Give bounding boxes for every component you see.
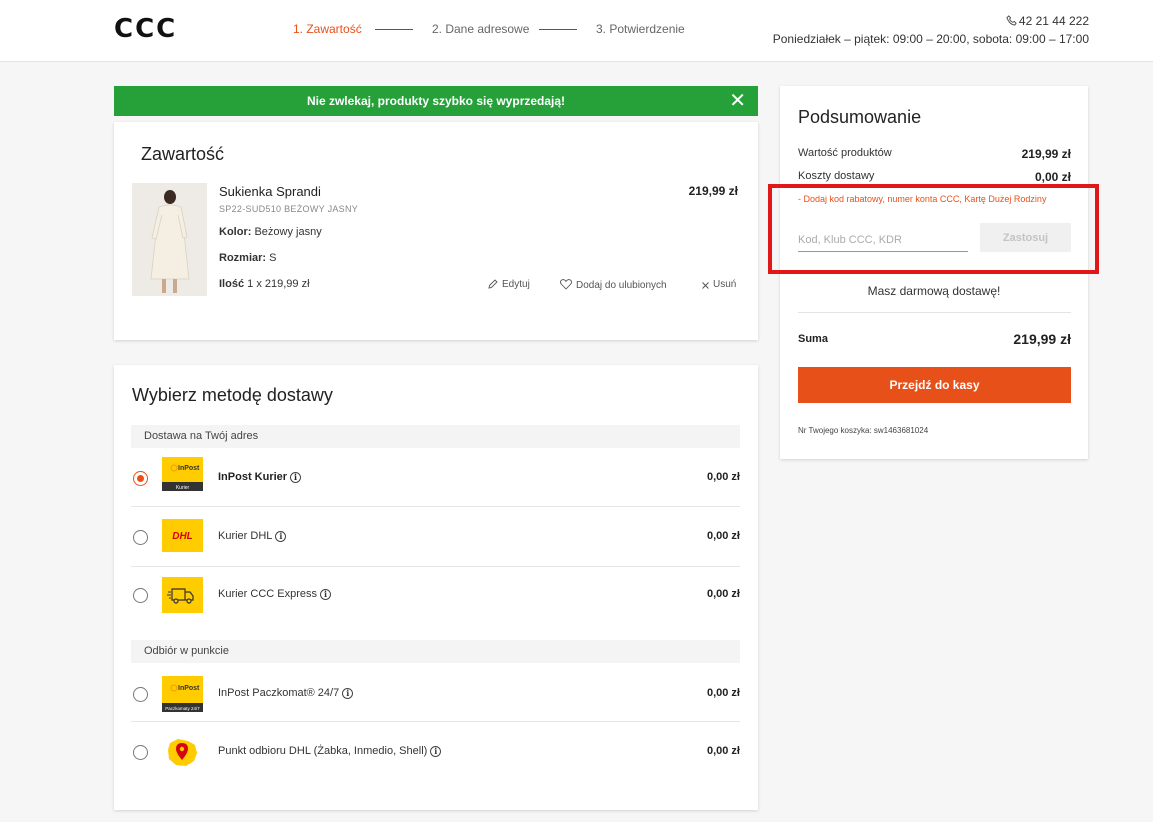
- banner-text: Nie zwlekaj, produkty szybko się wyprzed…: [306, 94, 566, 108]
- product-color: Kolor: Beżowy jasny: [219, 226, 322, 238]
- add-to-favorites-button[interactable]: Dodaj do ulubionych: [560, 279, 667, 291]
- carrier-name: Kurier CCC Express i: [218, 588, 332, 600]
- svg-text:Paczkomaty 24/7: Paczkomaty 24/7: [165, 706, 200, 711]
- divider: [798, 312, 1071, 313]
- product-image[interactable]: [132, 183, 207, 296]
- carrier-price: 0,00 zł: [706, 588, 740, 600]
- cart-card: Zawartość Sukienka Sprandi SP22-SUD510 B…: [114, 122, 758, 340]
- heart-icon: [560, 279, 572, 290]
- shipping-cost-value: 0,00 zł: [1034, 170, 1071, 184]
- color-value: Beżowy jasny: [254, 226, 322, 238]
- delivery-option-inpost-courier[interactable]: InPost Kurier InPost Kurier i 0,00 zł: [131, 449, 740, 507]
- quantity-value: 1 x 219,99 zł: [247, 278, 310, 290]
- carrier-name: InPost Kurier i: [218, 471, 302, 483]
- free-shipping-notice: Masz darmową dostawę!: [867, 284, 1001, 298]
- delivery-option-dhl-pickup[interactable]: Punkt odbioru DHL (Żabka, Inmedio, Shell…: [131, 723, 740, 781]
- phone-icon: [1006, 15, 1017, 26]
- cart-number: Nr Twojego koszyka: sw1463681024: [798, 426, 929, 435]
- step-divider: [375, 29, 413, 30]
- remove-label: Usuń: [713, 279, 737, 290]
- step-content[interactable]: 1. Zawartość: [293, 22, 362, 36]
- product-quantity: Ilość 1 x 219,99 zł: [219, 278, 310, 290]
- quantity-label: Ilość: [219, 278, 245, 290]
- checkout-button[interactable]: Przejdź do kasy: [798, 367, 1071, 403]
- carrier-price: 0,00 zł: [706, 471, 740, 483]
- product-sku: SP22-SUD510 BEŻOWY JASNY: [219, 204, 359, 214]
- header: CCC 1. Zawartość 2. Dane adresowe 3. Pot…: [0, 0, 1153, 62]
- urgency-banner: Nie zwlekaj, produkty szybko się wyprzed…: [114, 86, 758, 116]
- products-value-row: Wartość produktów 219,99 zł: [798, 147, 1071, 161]
- carrier-name: Punkt odbioru DHL (Żabka, Inmedio, Shell…: [218, 745, 442, 757]
- shipping-cost-row: Koszty dostawy 0,00 zł: [798, 170, 1071, 184]
- summary-title: Podsumowanie: [798, 107, 922, 127]
- apply-promo-button[interactable]: Zastosuj: [980, 223, 1071, 252]
- phone-number[interactable]: 42 21 44 222: [1019, 14, 1089, 28]
- product-size: Rozmiar: S: [219, 252, 276, 264]
- promo-code-input[interactable]: [798, 228, 968, 252]
- divider: [798, 270, 1071, 271]
- section-pickup-point: Odbiór w punkcie: [131, 640, 740, 663]
- radio-selected[interactable]: [133, 471, 148, 486]
- info-icon[interactable]: i: [320, 589, 332, 600]
- radio-unselected[interactable]: [133, 530, 148, 545]
- opening-hours: Poniedziałek – piątek: 09:00 – 20:00, so…: [772, 32, 1089, 46]
- svg-text:InPost: InPost: [178, 685, 200, 692]
- carrier-price: 0,00 zł: [706, 530, 740, 542]
- svg-text:InPost: InPost: [178, 465, 200, 472]
- info-icon[interactable]: i: [342, 688, 354, 699]
- inpost-logo: InPost Kurier: [162, 457, 203, 491]
- color-label: Kolor:: [219, 226, 252, 238]
- inpost-locker-logo: InPost Paczkomaty 24/7: [162, 676, 203, 712]
- close-icon[interactable]: ✕: [729, 86, 746, 116]
- info-icon[interactable]: i: [430, 746, 442, 757]
- delivery-title: Wybierz metodę dostawy: [132, 385, 333, 405]
- delivery-card: Wybierz metodę dostawy Dostawa na Twój a…: [114, 365, 758, 810]
- edit-label: Edytuj: [502, 279, 530, 290]
- products-value: 219,99 zł: [1021, 147, 1071, 161]
- delivery-option-inpost-locker[interactable]: InPost Paczkomaty 24/7 InPost Paczkomat®…: [131, 664, 740, 722]
- carrier-price: 0,00 zł: [706, 745, 740, 757]
- section-home-delivery: Dostawa na Twój adres: [131, 425, 740, 448]
- delivery-option-ccc-express[interactable]: Kurier CCC Express i 0,00 zł: [131, 567, 740, 625]
- size-value: S: [269, 252, 277, 264]
- truck-logo: [162, 577, 203, 613]
- info-icon[interactable]: i: [275, 531, 287, 542]
- products-value-label: Wartość produktów: [798, 147, 892, 159]
- radio-unselected[interactable]: [133, 588, 148, 603]
- carrier-name: Kurier DHL i: [218, 530, 287, 542]
- map-pin-icon: [168, 739, 197, 766]
- close-icon: [702, 282, 709, 289]
- step-divider: [539, 29, 577, 30]
- step-address: 2. Dane adresowe: [432, 22, 530, 36]
- radio-unselected[interactable]: [133, 745, 148, 760]
- svg-text:Kurier: Kurier: [176, 485, 190, 491]
- size-label: Rozmiar:: [219, 252, 267, 264]
- truck-icon: [162, 577, 203, 613]
- total-value: 219,99 zł: [1013, 331, 1071, 347]
- remove-button[interactable]: Usuń: [702, 279, 736, 290]
- dhl-logo: DHL: [162, 519, 203, 552]
- shipping-cost-label: Koszty dostawy: [798, 170, 875, 182]
- pencil-icon: [488, 279, 498, 289]
- step-confirmation: 3. Potwierdzenie: [596, 22, 685, 36]
- dhl-pickup-logo: [162, 735, 203, 769]
- cart-title: Zawartość: [141, 144, 225, 164]
- carrier-price: 0,00 zł: [706, 687, 740, 699]
- summary-card: Podsumowanie Wartość produktów 219,99 zł…: [780, 86, 1088, 459]
- info-icon[interactable]: i: [290, 472, 302, 483]
- radio-unselected[interactable]: [133, 687, 148, 702]
- delivery-option-dhl-courier[interactable]: DHL Kurier DHL i 0,00 zł: [131, 507, 740, 567]
- product-name[interactable]: Sukienka Sprandi: [219, 184, 321, 199]
- product-price: 219,99 zł: [688, 184, 738, 198]
- svg-text:DHL: DHL: [172, 531, 193, 542]
- favorites-label: Dodaj do ulubionych: [576, 280, 667, 291]
- contact-info: 42 21 44 222 Poniedziałek – piątek: 09:0…: [773, 12, 1089, 48]
- carrier-name: InPost Paczkomat® 24/7 i: [218, 687, 354, 699]
- ccc-logo[interactable]: CCC: [114, 14, 177, 44]
- total-label: Suma: [798, 333, 828, 345]
- edit-button[interactable]: Edytuj: [488, 279, 530, 290]
- promo-code-hint[interactable]: - Dodaj kod rabatowy, numer konta CCC, K…: [798, 192, 1068, 206]
